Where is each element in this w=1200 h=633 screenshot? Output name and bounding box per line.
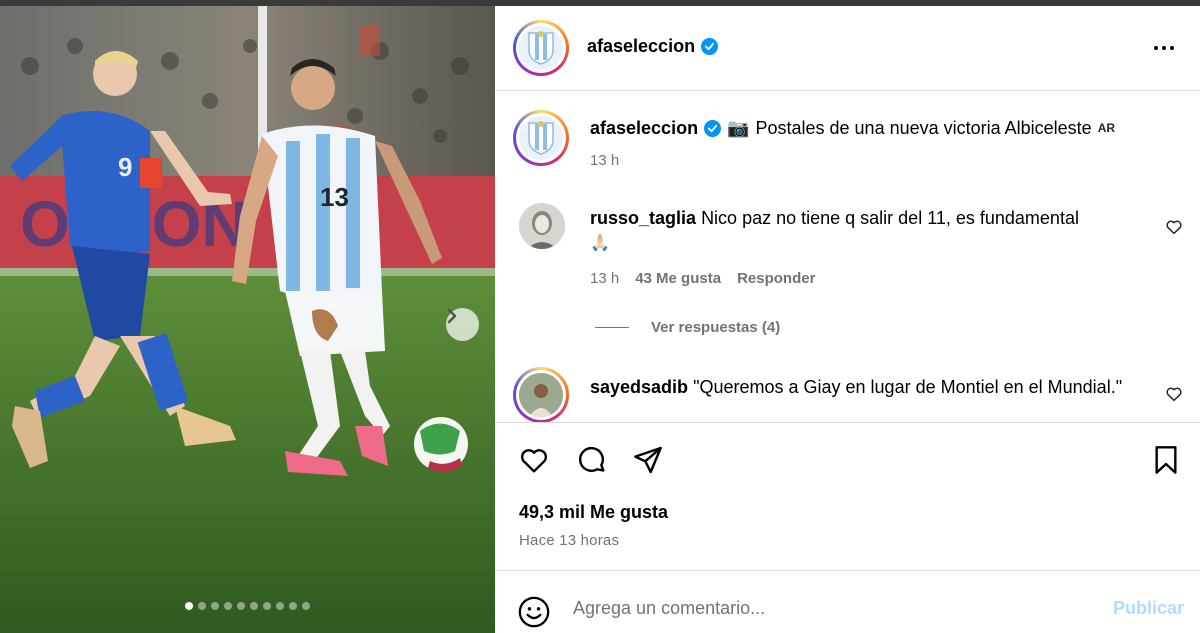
- view-replies-label: Ver respuestas (4): [651, 319, 781, 336]
- locale-badge: AR: [1097, 121, 1116, 135]
- reply-button[interactable]: Responder: [737, 270, 815, 287]
- verified-icon: [704, 119, 722, 137]
- like-button[interactable]: [517, 444, 551, 481]
- like-count[interactable]: 49,3 mil Me gusta: [519, 502, 668, 523]
- carousel-dot: [302, 602, 310, 610]
- comment-username[interactable]: sayedsadib: [590, 377, 688, 397]
- comment-time: 13 h: [590, 270, 620, 287]
- composer-divider: [495, 570, 1200, 571]
- verified-icon: [701, 38, 719, 55]
- emoji-picker-button[interactable]: [517, 595, 551, 633]
- comments-divider: [495, 422, 1200, 423]
- comment-composer: Publicar: [495, 574, 1200, 633]
- carousel-dot: [276, 602, 284, 610]
- comment-button[interactable]: [575, 444, 609, 481]
- carousel-dot: [185, 602, 193, 610]
- comment-likes[interactable]: 43 Me gusta: [635, 270, 721, 287]
- camera-emoji-icon: 📷: [727, 118, 750, 138]
- author-avatar[interactable]: [513, 20, 569, 76]
- player-left-number: 9: [118, 152, 132, 182]
- carousel-dot: [198, 602, 206, 610]
- comment-text: "Queremos a Giay en lugar de Montiel en …: [693, 377, 1123, 397]
- caption-text: Postales de una nueva victoria Albiceles…: [755, 118, 1092, 138]
- comment-text: Nico paz no tiene q salir del 11, es fun…: [701, 208, 1079, 228]
- afa-crest-icon: [519, 116, 563, 160]
- post-photo[interactable]: O C ON 9: [0, 6, 495, 633]
- carousel-dot: [250, 602, 258, 610]
- view-replies-button[interactable]: Ver respuestas (4): [595, 319, 780, 336]
- comment-meta: 13 h 43 Me gusta Responder: [590, 270, 815, 287]
- user-photo-icon: [519, 373, 563, 417]
- more-options-button[interactable]: [1152, 36, 1176, 65]
- comment-2: sayedsadib "Queremos a Giay en lugar de …: [590, 375, 1150, 399]
- comment-input[interactable]: [573, 594, 1093, 622]
- comment-like-button[interactable]: [1165, 385, 1183, 408]
- more-horizontal-icon: [1154, 46, 1174, 50]
- post-actions: [495, 444, 1200, 480]
- comment-emoji: 🙏🏻: [590, 235, 610, 252]
- heart-icon: [1166, 220, 1182, 235]
- smiley-icon: [518, 596, 550, 628]
- comment-icon: [578, 446, 605, 472]
- comment-like-button[interactable]: [1165, 218, 1183, 241]
- header-author[interactable]: afaseleccion: [587, 36, 719, 57]
- comment-1: russo_taglia Nico paz no tiene q salir d…: [590, 206, 1150, 256]
- match-photo-image: O C ON 9: [0, 6, 495, 633]
- carousel-dot: [263, 602, 271, 610]
- bookmark-icon: [1155, 446, 1177, 474]
- comment-username[interactable]: russo_taglia: [590, 208, 696, 228]
- player-right-number: 13: [320, 182, 349, 212]
- commenter-avatar[interactable]: [513, 367, 569, 423]
- share-icon: [634, 446, 662, 474]
- caption-time: 13 h: [590, 152, 620, 169]
- carousel-dot: [237, 602, 245, 610]
- header-username[interactable]: afaseleccion: [587, 36, 695, 57]
- next-photo-button[interactable]: [446, 308, 479, 341]
- commenter-avatar[interactable]: [519, 203, 565, 249]
- save-button[interactable]: [1150, 444, 1182, 481]
- caption-username[interactable]: afaseleccion: [590, 116, 698, 140]
- user-photo-icon: [519, 203, 565, 249]
- share-button[interactable]: [631, 444, 665, 481]
- heart-icon: [520, 449, 548, 473]
- carousel-dot: [289, 602, 297, 610]
- carousel-dot: [224, 602, 232, 610]
- carousel-dot: [211, 602, 219, 610]
- post-timestamp[interactable]: Hace 13 horas: [519, 532, 619, 549]
- post-details-panel: afaseleccion afaseleccion 📷 Postales de …: [495, 6, 1200, 633]
- post-caption: afaseleccion 📷 Postales de una nueva vic…: [590, 116, 1170, 140]
- carousel-indicator: [0, 602, 495, 610]
- heart-icon: [1166, 387, 1182, 402]
- caption-avatar[interactable]: [513, 110, 569, 166]
- replies-line: [595, 327, 629, 328]
- afa-crest-icon: [519, 26, 563, 70]
- header-divider: [495, 90, 1200, 91]
- publish-button[interactable]: Publicar: [1113, 598, 1184, 619]
- chevron-right-icon: [447, 308, 457, 324]
